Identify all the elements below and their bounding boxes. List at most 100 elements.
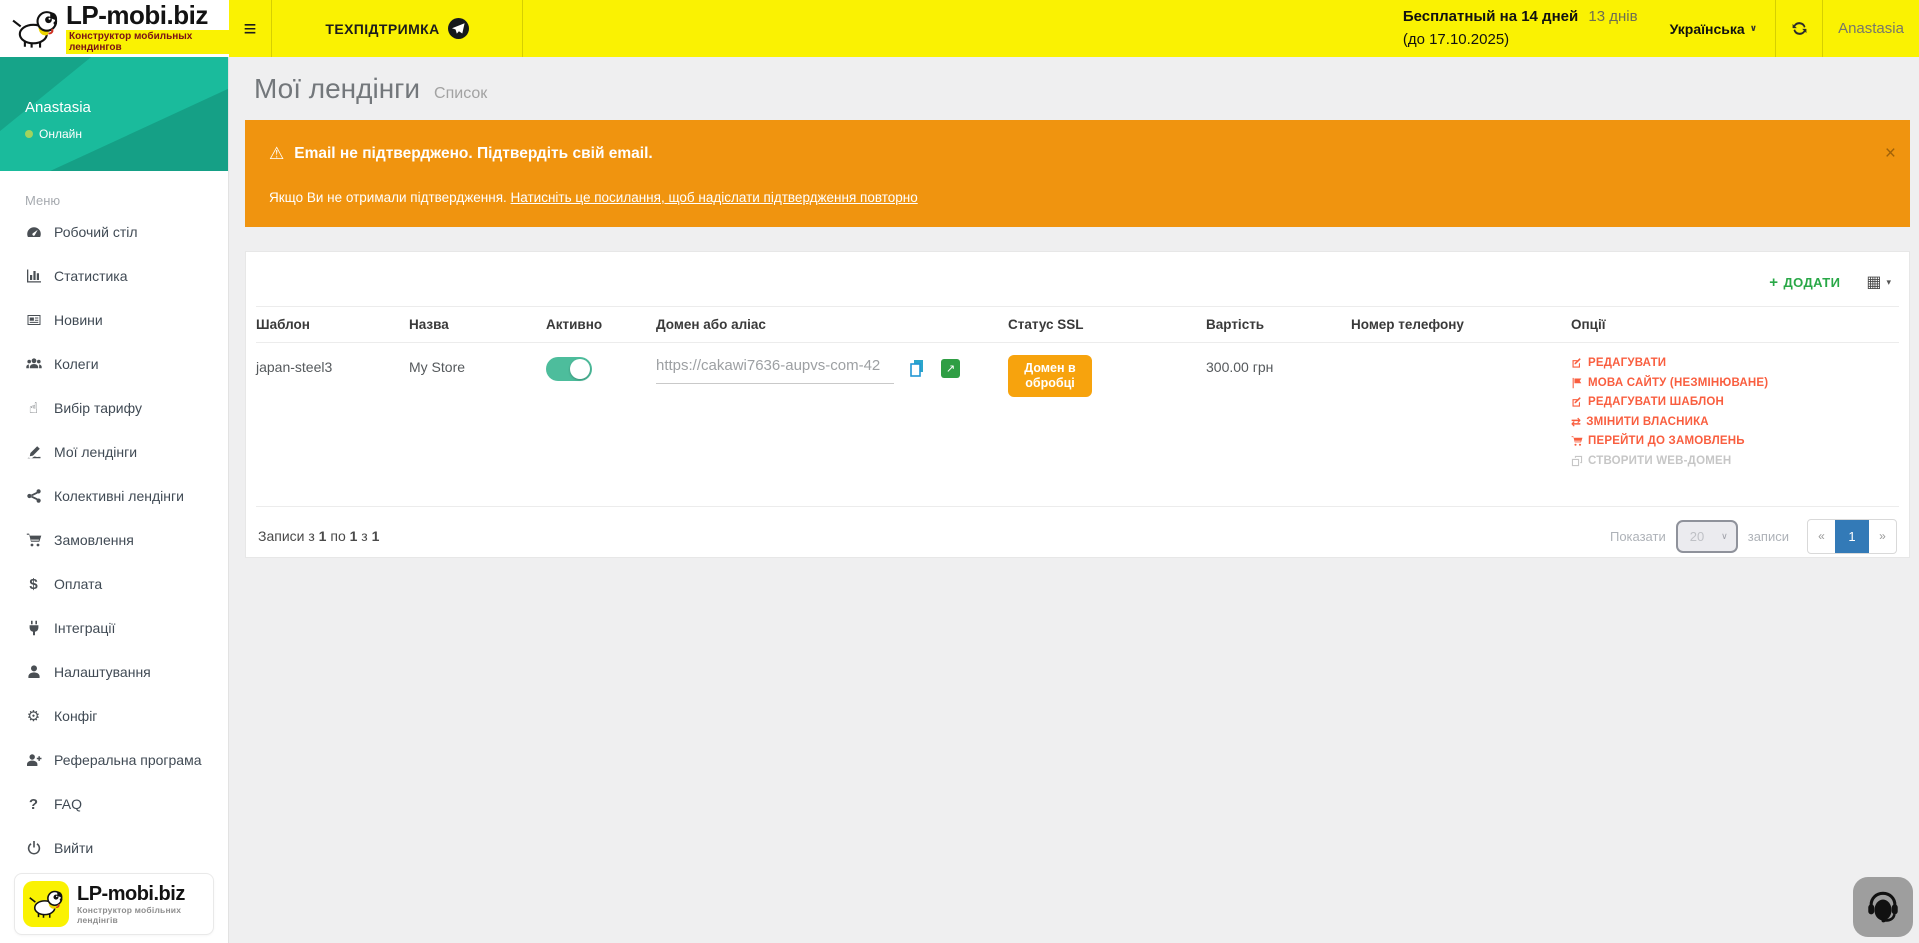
table-columns-dropdown[interactable]: ▦ ▾ <box>1866 272 1891 292</box>
sidebar-item-referral[interactable]: Реферальна програма <box>0 738 228 782</box>
option-label: РЕДАГУВАТИ <box>1588 357 1666 369</box>
pager-prev-button[interactable]: « <box>1808 520 1835 553</box>
sidebar-item-colleagues[interactable]: Колеги <box>0 342 228 386</box>
cell-price: 300.00 грн <box>1206 343 1351 506</box>
cell-options: РЕДАГУВАТИ МОВА САЙТУ (НЕЗМІНЮВАНЕ) РЕДА… <box>1571 343 1899 506</box>
table-row: japan-steel3 My Store ↗ <box>256 343 1899 506</box>
column-header-options: Опції <box>1571 307 1899 343</box>
trial-plan-label: Бесплатный на 14 дней <box>1403 8 1578 25</box>
add-button-label: ДОДАТИ <box>1783 275 1840 290</box>
panel-toolbar: + ДОДАТИ ▦ ▾ <box>256 266 1899 306</box>
active-toggle[interactable] <box>546 357 592 381</box>
hamburger-icon[interactable]: ≡ <box>229 0 271 57</box>
app-window: LP-mobi.biz Конструктор мобильных лендин… <box>0 0 1919 943</box>
table-header-row: Шаблон Назва Активно Домен або аліас Ста… <box>256 307 1899 343</box>
brand-header[interactable]: LP-mobi.biz Конструктор мобильных лендин… <box>0 0 229 57</box>
cogs-icon: ⚙ <box>25 708 42 725</box>
sidebar-item-logout[interactable]: Вийти <box>0 826 228 870</box>
sidebar-item-orders[interactable]: Замовлення <box>0 518 228 562</box>
external-link-icon[interactable]: ↗ <box>941 359 960 378</box>
language-icon <box>1571 377 1583 389</box>
option-edit-template[interactable]: РЕДАГУВАТИ ШАБЛОН <box>1571 396 1895 408</box>
share-icon <box>25 488 42 505</box>
sidebar-item-label: Вийти <box>54 840 93 856</box>
spacer <box>523 0 1403 57</box>
show-label: Показати <box>1610 529 1666 544</box>
chevron-down-icon: ∨ <box>1750 23 1757 34</box>
sidebar: Anastasia Онлайн Меню Робочий стіл Стати… <box>0 57 229 943</box>
column-header-phone: Номер телефону <box>1351 307 1571 343</box>
pagination-controls: Показати 20 ∨ записи « 1 » <box>1610 519 1897 554</box>
landings-table: Шаблон Назва Активно Домен або аліас Ста… <box>256 306 1899 506</box>
sidebar-item-label: Замовлення <box>54 532 134 548</box>
sidebar-item-label: Новини <box>54 312 103 328</box>
plus-icon: + <box>1769 274 1778 291</box>
sidebar-user-panel: Anastasia Онлайн <box>0 57 228 171</box>
option-change-owner[interactable]: ⇄ЗМІНИТИ ВЛАСНИКА <box>1571 416 1895 428</box>
support-button[interactable]: ТЕХПІДТРИМКА <box>272 0 522 57</box>
add-landing-button[interactable]: + ДОДАТИ <box>1769 274 1840 291</box>
alert-title: Email не підтверджено. Підтвердіть свій … <box>294 145 652 163</box>
sidebar-item-config[interactable]: ⚙Конфіг <box>0 694 228 738</box>
page-title: Мої лендінги <box>254 73 420 105</box>
resend-confirmation-link[interactable]: Натисніть це посилання, щоб надіслати пі… <box>511 190 918 205</box>
cart-icon <box>1571 435 1583 447</box>
page-size-value: 20 <box>1690 529 1704 544</box>
column-header-ssl: Статус SSL <box>1008 307 1206 343</box>
sidebar-item-label: Робочий стіл <box>54 224 138 240</box>
table-footer: Записи з 1 по 1 з 1 Показати 20 ∨ записи… <box>256 506 1899 554</box>
cell-phone <box>1351 343 1571 506</box>
records-label: записи <box>1748 529 1789 544</box>
copy-icon[interactable] <box>908 359 927 378</box>
support-chat-button[interactable] <box>1853 877 1913 937</box>
sidebar-item-integrations[interactable]: Інтеграції <box>0 606 228 650</box>
warning-icon: ⚠ <box>269 144 284 164</box>
sidebar-item-statistics[interactable]: Статистика <box>0 254 228 298</box>
option-site-language[interactable]: МОВА САЙТУ (НЕЗМІНЮВАНЕ) <box>1571 377 1895 389</box>
sidebar-item-my-landings[interactable]: Мої лендінги <box>0 430 228 474</box>
option-go-to-orders[interactable]: ПЕРЕЙТИ ДО ЗАМОВЛЕНЬ <box>1571 435 1895 447</box>
option-label: СТВОРИТИ WEB-ДОМЕН <box>1588 455 1731 467</box>
close-icon[interactable]: × <box>1885 144 1896 163</box>
cell-active <box>546 343 656 506</box>
option-create-web-domain: СТВОРИТИ WEB-ДОМЕН <box>1571 455 1895 467</box>
ssl-status-badge: Домен в обробці <box>1008 355 1092 397</box>
sidebar-item-label: Оплата <box>54 576 102 592</box>
trial-info: Бесплатный на 14 дней 13 днів (до 17.10.… <box>1403 0 1652 57</box>
trial-days-left: 13 днів <box>1588 8 1637 25</box>
dashboard-icon <box>25 224 42 241</box>
sidebar-item-dashboard[interactable]: Робочий стіл <box>0 210 228 254</box>
sidebar-item-payment[interactable]: $Оплата <box>0 562 228 606</box>
sidebar-item-label: Налаштування <box>54 664 151 680</box>
pager-page-1[interactable]: 1 <box>1835 520 1869 553</box>
clone-icon <box>1571 455 1583 467</box>
refresh-button[interactable] <box>1776 0 1822 57</box>
column-header-template: Шаблон <box>256 307 409 343</box>
domain-input[interactable] <box>656 353 894 384</box>
sidebar-item-news[interactable]: Новини <box>0 298 228 342</box>
cell-template: japan-steel3 <box>256 343 409 506</box>
page-subtitle: Список <box>434 85 487 103</box>
sidebar-item-collective-landings[interactable]: Колективні лендінги <box>0 474 228 518</box>
email-alert-banner: ⚠ Email не підтверджено. Підтвердіть сві… <box>245 120 1910 227</box>
brand-text: LP-mobi.biz Конструктор мобильных лендин… <box>66 2 229 55</box>
alert-body: Якщо Ви не отримали підтвердження. Натис… <box>269 190 1870 205</box>
option-edit[interactable]: РЕДАГУВАТИ <box>1571 357 1895 369</box>
column-header-price: Вартість <box>1206 307 1351 343</box>
option-label: ПЕРЕЙТИ ДО ЗАМОВЛЕНЬ <box>1588 435 1745 447</box>
main-content: Мої лендінги Список ⚠ Email не підтвердж… <box>229 57 1919 943</box>
user-menu[interactable]: Anastasia <box>1823 0 1919 57</box>
sidebar-item-settings[interactable]: Налаштування <box>0 650 228 694</box>
column-header-name: Назва <box>409 307 546 343</box>
language-selector[interactable]: Українська ∨ <box>1652 0 1775 57</box>
option-label: РЕДАГУВАТИ ШАБЛОН <box>1588 396 1724 408</box>
sidebar-item-label: Інтеграції <box>54 620 115 636</box>
sidebar-item-faq[interactable]: ?FAQ <box>0 782 228 826</box>
landings-panel: + ДОДАТИ ▦ ▾ Шаблон Назва Активн <box>245 251 1910 558</box>
user-plus-icon <box>25 752 42 769</box>
support-label: ТЕХПІДТРИМКА <box>325 21 439 37</box>
page-size-select[interactable]: 20 ∨ <box>1676 520 1738 553</box>
alert-text: Якщо Ви не отримали підтвердження. <box>269 190 511 205</box>
sidebar-item-tariff[interactable]: ☝Вибір тарифу <box>0 386 228 430</box>
pager-next-button[interactable]: » <box>1869 520 1896 553</box>
